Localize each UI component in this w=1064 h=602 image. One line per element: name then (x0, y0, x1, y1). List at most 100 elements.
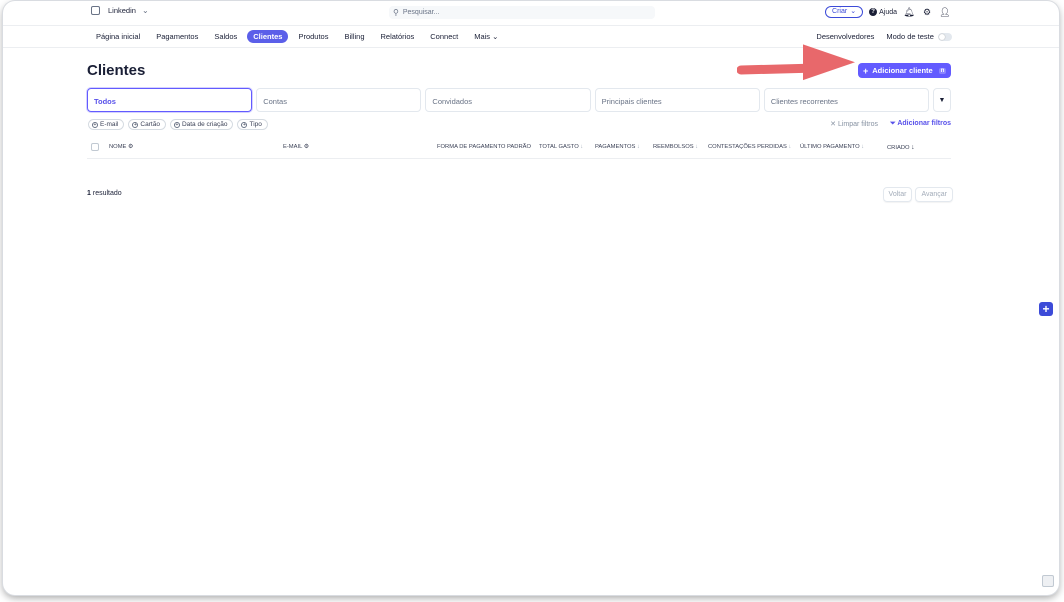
search-icon: ⚲ (393, 8, 399, 17)
chip-label: Tipo (249, 121, 262, 128)
nav-item-reports[interactable]: Relatórios (375, 30, 421, 43)
plus-icon: + (863, 65, 869, 76)
annotation-arrow (737, 44, 855, 81)
column-created[interactable]: CRIADO ↓ (887, 144, 915, 151)
column-label: PAGAMENTOS (595, 144, 636, 150)
filter-chip-card[interactable]: + Cartão (128, 119, 166, 130)
tab-recurring[interactable]: Clientes recorrentes (763, 88, 930, 112)
results-number: 1 (87, 190, 91, 197)
top-bar: Linkedin ⌄ ⚲ Pesquisar... Criar ⌄ ? Ajud… (3, 1, 1059, 26)
bell-icon[interactable]: 🔔︎ (903, 7, 915, 18)
help-icon: ? (869, 8, 878, 16)
test-mode-toggle[interactable]: Modo de teste (886, 32, 952, 42)
account-icon (91, 6, 100, 15)
nav-item-balances[interactable]: Saldos (208, 30, 243, 43)
filter-chip-created-date[interactable]: + Data de criação (169, 119, 234, 130)
chevron-down-icon: ⌄ (141, 6, 149, 15)
more-label: Mais (474, 32, 491, 41)
clear-filters-button[interactable]: ✕ Limpar filtros (830, 120, 878, 128)
shortcut-badge: n (938, 67, 947, 74)
chip-label: E-mail (100, 121, 119, 128)
column-label: CONTESTAÇÕES PERDIDAS (708, 144, 787, 150)
next-page-button[interactable]: Avançar (915, 187, 953, 202)
filter-chip-email[interactable]: + E-mail (88, 119, 125, 130)
nav-item-billing[interactable]: Billing (338, 30, 370, 43)
add-filters-label: Adicionar filtros (897, 120, 951, 127)
help-label: Ajuda (879, 8, 897, 16)
sort-arrow-icon: ↓ (861, 144, 865, 150)
nav-item-connect[interactable]: Connect (424, 30, 464, 43)
test-mode-label: Modo de teste (886, 32, 934, 41)
chevron-down-icon: ⌄ (850, 8, 857, 15)
developers-link[interactable]: Desenvolvedores (816, 32, 874, 41)
column-label: ÚLTIMO PAGAMENTO (800, 144, 860, 150)
filter-chips: + E-mail + Cartão + Data de criação + Tipo (88, 119, 268, 130)
column-email[interactable]: E-MAIL ⚙ (283, 144, 309, 150)
page-title: Clientes (87, 62, 146, 79)
column-disputes-lost[interactable]: CONTESTAÇÕES PERDIDAS ↓ (708, 144, 791, 150)
nav-item-home[interactable]: Página inicial (90, 30, 146, 43)
search-input[interactable]: ⚲ Pesquisar... (389, 6, 655, 19)
results-count: 1 resultado (87, 190, 122, 197)
plus-circle-icon: + (241, 121, 248, 128)
filter-icon: ⏷ (890, 120, 896, 127)
results-label: resultado (92, 190, 122, 197)
nav-item-payments[interactable]: Pagamentos (150, 30, 204, 43)
help-button[interactable]: ? Ajuda (869, 8, 897, 16)
plus-circle-icon: + (173, 121, 180, 128)
chip-label: Cartão (140, 121, 160, 128)
column-label: NOME (109, 144, 127, 150)
main-nav: Página inicial Pagamentos Saldos Cliente… (3, 25, 1059, 48)
sort-arrow-icon: ↓ (637, 144, 640, 150)
create-button[interactable]: Criar ⌄ (825, 6, 864, 18)
pagination: Voltar Avançar (882, 187, 953, 202)
sort-arrow-icon: ↓ (695, 144, 699, 150)
user-icon[interactable]: 👤︎ (939, 7, 951, 18)
column-last-payment[interactable]: ÚLTIMO PAGAMENTO ↓ (800, 144, 864, 150)
toggle-switch[interactable] (938, 33, 952, 42)
column-label: TOTAL GASTO (539, 144, 579, 150)
column-refunds[interactable]: REEMBOLSOS ↓ (653, 144, 698, 150)
tabs-dropdown[interactable]: ▼ (933, 88, 952, 112)
nav-item-customers[interactable]: Clientes (247, 30, 289, 43)
column-payments[interactable]: PAGAMENTOS ↓ (595, 144, 640, 150)
clear-filters-label: Limpar filtros (837, 121, 879, 128)
filter-chip-type[interactable]: + Tipo (237, 119, 268, 130)
column-label: CRIADO (887, 145, 910, 151)
create-label: Criar (832, 8, 848, 15)
add-customer-button[interactable]: + Adicionar cliente n (858, 63, 951, 78)
sort-arrow-icon: ↓ (788, 144, 792, 150)
sort-arrow-icon: ↓ (580, 144, 584, 150)
nav-item-more[interactable]: Mais ⌄ (468, 30, 504, 43)
column-default-payment-method: FORMA DE PAGAMENTO PADRÃO (437, 144, 532, 150)
gear-icon[interactable]: ⚙ (921, 7, 933, 18)
customer-tabs: Todos Contas Convidados Principais clien… (87, 88, 952, 112)
search-placeholder: Pesquisar... (402, 9, 440, 16)
column-total-spent[interactable]: TOTAL GASTO ↓ (539, 144, 583, 150)
add-filters-button[interactable]: ⏷ Adicionar filtros (890, 120, 951, 128)
gear-icon[interactable]: ⚙ (304, 144, 309, 150)
tab-all[interactable]: Todos (87, 88, 253, 112)
column-label: E-MAIL (283, 144, 303, 150)
tab-top-customers[interactable]: Principais clientes (594, 88, 760, 112)
account-switcher[interactable]: Linkedin ⌄ (91, 6, 149, 15)
column-name[interactable]: NOME ⚙ (109, 144, 133, 150)
gear-icon[interactable]: ⚙ (128, 144, 133, 150)
corner-icon[interactable] (1042, 575, 1054, 587)
account-name: Linkedin (108, 6, 136, 15)
app-window: Linkedin ⌄ ⚲ Pesquisar... Criar ⌄ ? Ajud… (3, 1, 1059, 595)
caret-down-icon: ▼ (938, 96, 946, 104)
chip-label: Data de criação (181, 121, 228, 128)
prev-page-button[interactable]: Voltar (882, 187, 913, 202)
nav-item-products[interactable]: Produtos (292, 30, 334, 43)
tab-accounts[interactable]: Contas (256, 88, 422, 112)
table-header: NOME ⚙ E-MAIL ⚙ FORMA DE PAGAMENTO PADRÃ… (87, 138, 951, 159)
sort-arrow-icon: ↓ (911, 144, 915, 151)
close-icon: ✕ (830, 121, 836, 128)
plus-circle-icon: + (132, 121, 139, 128)
chevron-down-icon: ⌄ (492, 32, 499, 41)
select-all-checkbox[interactable] (91, 143, 99, 151)
plus-circle-icon: + (92, 121, 98, 128)
tab-guests[interactable]: Convidados (425, 88, 591, 112)
plus-icon[interactable]: + (1039, 302, 1053, 316)
